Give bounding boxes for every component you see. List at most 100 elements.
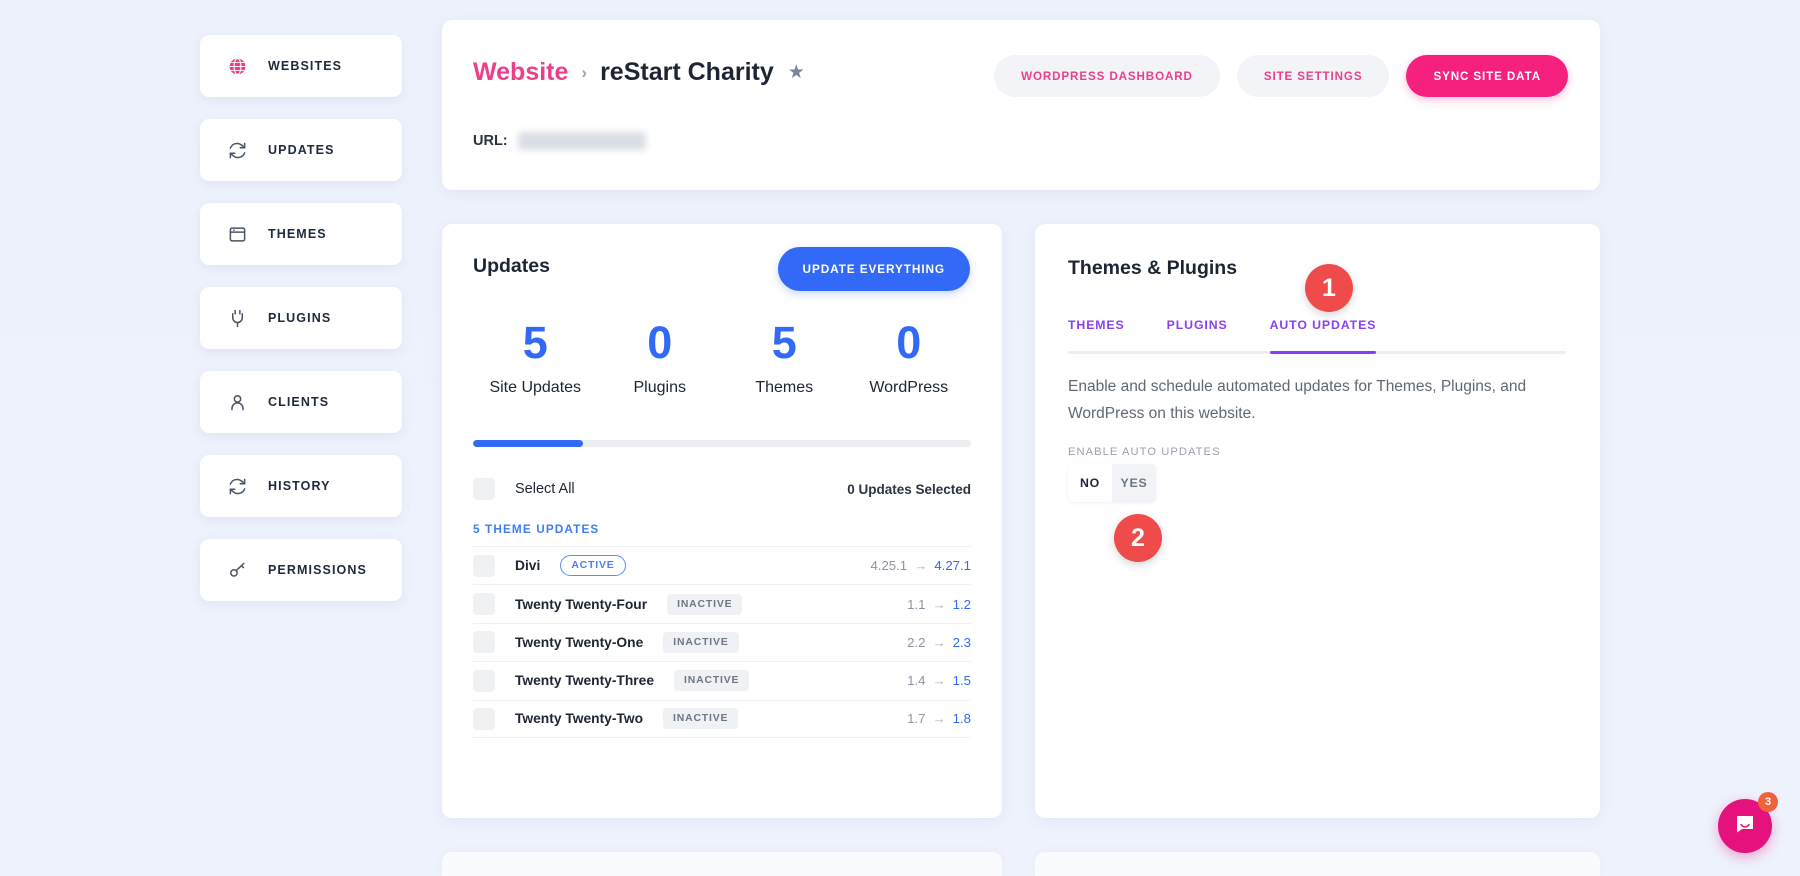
arrow-right-icon: → xyxy=(914,558,928,574)
sidebar-item-label: CLIENTS xyxy=(268,395,330,409)
themes-plugins-title: Themes & Plugins xyxy=(1068,257,1238,279)
stat-value: 0 xyxy=(896,317,922,368)
chat-icon xyxy=(1733,812,1757,841)
sidebar-item-label: THEMES xyxy=(268,227,327,241)
select-all-row: Select All 0 Updates Selected xyxy=(473,466,971,512)
callout-badge-2: 2 xyxy=(1114,514,1162,562)
status-badge: INACTIVE xyxy=(663,708,739,730)
theme-name: Twenty Twenty-Three xyxy=(515,673,655,689)
version-change: 4.25.1 → 4.27.1 xyxy=(870,558,971,573)
tab-themes[interactable]: THEMES xyxy=(1068,318,1125,346)
status-badge: INACTIVE xyxy=(667,593,743,615)
sidebar: WEBSITES UPDATES THEMES PLUGINS CLIENTS xyxy=(200,35,402,623)
tab-auto-updates[interactable]: AUTO UPDATES xyxy=(1270,318,1377,346)
version-new: 4.27.1 xyxy=(934,558,971,574)
status-badge: ACTIVE xyxy=(560,555,626,577)
refresh-icon xyxy=(226,475,248,497)
version-change: 1.4 → 1.5 xyxy=(907,673,971,688)
refresh-icon xyxy=(226,139,248,161)
sidebar-item-plugins[interactable]: PLUGINS xyxy=(200,287,402,349)
version-new: 1.5 xyxy=(952,673,971,689)
stat-value: 5 xyxy=(522,317,548,368)
star-icon[interactable]: ★ xyxy=(788,63,805,82)
version-old: 2.2 xyxy=(907,634,926,650)
selected-count-label: 0 Updates Selected xyxy=(847,481,971,497)
table-row: Twenty Twenty-Three INACTIVE 1.4 → 1.5 xyxy=(473,661,971,699)
toggle-option-no[interactable]: NO xyxy=(1068,464,1112,502)
breadcrumb-root-link[interactable]: Website xyxy=(473,58,568,87)
stat-themes: 5 Themes xyxy=(722,320,847,397)
sidebar-item-label: PERMISSIONS xyxy=(268,563,367,577)
stat-value: 5 xyxy=(771,317,797,368)
version-new: 1.8 xyxy=(952,711,971,727)
plug-icon xyxy=(226,307,248,329)
sync-site-data-button[interactable]: SYNC SITE DATA xyxy=(1406,55,1568,97)
version-new: 2.3 xyxy=(952,634,971,650)
version-old: 4.25.1 xyxy=(870,558,908,574)
row-checkbox[interactable] xyxy=(473,631,495,654)
user-icon xyxy=(226,391,248,413)
version-old: 1.4 xyxy=(907,673,926,689)
sidebar-item-themes[interactable]: THEMES xyxy=(200,203,402,265)
stat-plugins: 0 Plugins xyxy=(598,320,723,397)
updates-progress-bar xyxy=(473,440,971,447)
app-root: WEBSITES UPDATES THEMES PLUGINS CLIENTS xyxy=(0,0,1800,876)
version-old: 1.1 xyxy=(907,596,926,612)
stat-label: Site Updates xyxy=(489,379,582,396)
themes-plugins-tabs: THEMES PLUGINS AUTO UPDATES xyxy=(1068,318,1566,346)
theme-name: Divi xyxy=(515,558,541,574)
row-checkbox[interactable] xyxy=(473,707,495,730)
sidebar-item-label: PLUGINS xyxy=(268,311,332,325)
table-row: Divi ACTIVE 4.25.1 → 4.27.1 xyxy=(473,546,971,584)
stat-label: WordPress xyxy=(869,379,949,396)
select-all-label: Select All xyxy=(515,481,575,497)
theme-updates-list: Divi ACTIVE 4.25.1 → 4.27.1 Twenty Twenty-Fou… xyxy=(473,546,971,738)
status-badge: INACTIVE xyxy=(674,670,750,692)
updates-card: Updates UPDATE EVERYTHING 5 Site Updates… xyxy=(442,224,1002,818)
url-value-redacted xyxy=(517,132,646,150)
breadcrumb: Website › reStart Charity ★ xyxy=(473,58,805,87)
sidebar-item-updates[interactable]: UPDATES xyxy=(200,119,402,181)
updates-progress-fill xyxy=(473,440,583,447)
row-checkbox[interactable] xyxy=(473,554,495,577)
wordpress-dashboard-button[interactable]: WORDPRESS DASHBOARD xyxy=(994,55,1220,97)
tabs-active-indicator xyxy=(1269,351,1377,354)
globe-icon xyxy=(226,55,248,77)
sidebar-item-label: WEBSITES xyxy=(268,59,343,73)
next-card-left-partial xyxy=(442,852,1002,876)
row-checkbox[interactable] xyxy=(473,669,495,692)
tab-plugins[interactable]: PLUGINS xyxy=(1167,318,1228,346)
tabs-underline xyxy=(1068,351,1566,354)
callout-badge-1: 1 xyxy=(1305,264,1353,312)
sidebar-item-label: UPDATES xyxy=(268,143,335,157)
stat-label: Themes xyxy=(755,379,814,396)
toggle-option-yes[interactable]: YES xyxy=(1112,464,1156,502)
row-checkbox[interactable] xyxy=(473,593,495,616)
updates-stats: 5 Site Updates 0 Plugins 5 Themes 0 Word… xyxy=(473,320,971,397)
enable-auto-updates-toggle[interactable]: NO YES xyxy=(1068,464,1156,502)
table-row: Twenty Twenty-Four INACTIVE 1.1 → 1.2 xyxy=(473,584,971,622)
theme-updates-section-label: 5 THEME UPDATES xyxy=(473,522,600,536)
theme-name: Twenty Twenty-Four xyxy=(515,596,648,612)
version-change: 1.7 → 1.8 xyxy=(907,711,971,726)
sidebar-item-websites[interactable]: WEBSITES xyxy=(200,35,402,97)
breadcrumb-separator: › xyxy=(581,62,588,82)
select-all-checkbox[interactable] xyxy=(473,478,495,500)
sidebar-item-permissions[interactable]: PERMISSIONS xyxy=(200,539,402,601)
enable-auto-updates-label: ENABLE AUTO UPDATES xyxy=(1068,446,1221,458)
update-everything-button[interactable]: UPDATE EVERYTHING xyxy=(777,247,970,291)
version-new: 1.2 xyxy=(952,596,971,612)
arrow-right-icon: → xyxy=(932,596,946,612)
arrow-right-icon: → xyxy=(932,634,946,650)
header-actions: WORDPRESS DASHBOARD SITE SETTINGS SYNC S… xyxy=(994,55,1568,97)
updates-title: Updates xyxy=(473,255,550,277)
site-settings-button[interactable]: SITE SETTINGS xyxy=(1236,55,1390,97)
sidebar-item-clients[interactable]: CLIENTS xyxy=(200,371,402,433)
table-row: Twenty Twenty-One INACTIVE 2.2 → 2.3 xyxy=(473,622,971,661)
version-change: 1.1 → 1.2 xyxy=(907,597,971,612)
arrow-right-icon: → xyxy=(932,673,946,689)
support-unread-badge: 3 xyxy=(1758,792,1778,812)
sidebar-item-history[interactable]: HISTORY xyxy=(200,455,402,517)
stat-wordpress: 0 WordPress xyxy=(847,320,972,397)
version-old: 1.7 xyxy=(907,711,926,727)
